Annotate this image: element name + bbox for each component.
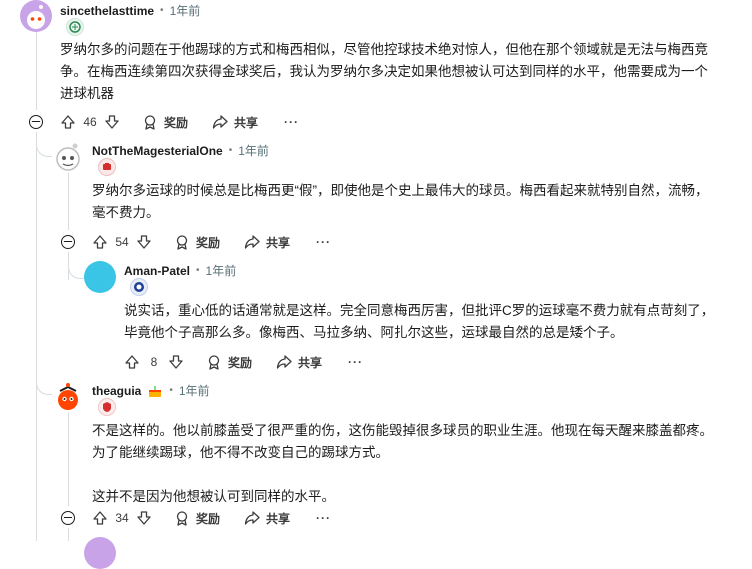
- timestamp[interactable]: 1年前: [206, 262, 237, 279]
- more-icon[interactable]: ···: [316, 235, 331, 249]
- avatar[interactable]: [84, 261, 116, 293]
- vote-group: 34: [92, 510, 152, 526]
- share-button[interactable]: 共享: [212, 114, 258, 131]
- downvote-icon[interactable]: [136, 510, 152, 526]
- share-button[interactable]: 共享: [276, 354, 322, 371]
- avatar[interactable]: [52, 141, 84, 173]
- award-button[interactable]: 奖励: [142, 114, 188, 131]
- award-icon: [206, 354, 222, 370]
- avatar[interactable]: [84, 537, 116, 569]
- downvote-icon[interactable]: [104, 114, 120, 130]
- comment-meta: NotTheMagesterialOne • 1年前: [92, 142, 269, 159]
- award-icon: [174, 234, 190, 250]
- vote-score: 34: [115, 511, 129, 525]
- comment-body: 说实话，重心低的话通常就是这样。完全同意梅西厉害，但批评C罗的运球毫不费力就有点…: [124, 300, 724, 344]
- award-button[interactable]: 奖励: [174, 234, 220, 251]
- username[interactable]: theaguia: [92, 384, 141, 398]
- award-icon: [142, 114, 158, 130]
- more-icon[interactable]: ···: [348, 355, 363, 369]
- downvote-icon[interactable]: [168, 354, 184, 370]
- flair-icon: [130, 278, 148, 296]
- share-icon: [244, 234, 260, 250]
- comment-meta: Aman-Patel • 1年前: [124, 262, 236, 279]
- separator-dot: •: [169, 385, 173, 396]
- timestamp[interactable]: 1年前: [179, 382, 210, 399]
- more-icon[interactable]: ···: [316, 511, 331, 525]
- award-icon: [174, 510, 190, 526]
- flair-icon: [66, 18, 84, 36]
- comment-actions: 34 奖励 共享 ···: [61, 507, 331, 529]
- timestamp[interactable]: 1年前: [238, 142, 269, 159]
- collapse-icon[interactable]: [61, 235, 75, 249]
- flair-icon: [98, 398, 116, 416]
- comment-paragraph: 罗纳尔多运球的时候总是比梅西更“假”，即使他是个史上最伟大的球员。梅西看起来就特…: [92, 183, 709, 220]
- thread-line: [68, 528, 69, 541]
- award-button[interactable]: 奖励: [206, 354, 252, 371]
- cake-icon: [147, 384, 163, 398]
- vote-score: 46: [83, 115, 97, 129]
- comment-meta: sincethelasttime • 1年前: [60, 2, 200, 19]
- avatar[interactable]: [20, 0, 52, 32]
- downvote-icon[interactable]: [136, 234, 152, 250]
- award-label: 奖励: [164, 115, 189, 130]
- share-button[interactable]: 共享: [244, 510, 290, 527]
- comment-actions: 8 奖励 共享 ···: [112, 351, 363, 373]
- thread-line: [68, 408, 69, 506]
- vote-group: 54: [92, 234, 152, 250]
- award-label: 奖励: [228, 355, 253, 370]
- comment-meta: theaguia • 1年前: [92, 382, 210, 399]
- comment-actions: 46 奖励 共享 ···: [29, 111, 299, 133]
- share-label: 共享: [298, 355, 323, 370]
- collapse-icon[interactable]: [29, 115, 43, 129]
- collapse-icon[interactable]: [61, 511, 75, 525]
- comment-body: 不是这样的。他以前膝盖受了很严重的伤，这伤能毁掉很多球员的职业生涯。他现在每天醒…: [92, 420, 720, 508]
- timestamp[interactable]: 1年前: [170, 2, 201, 19]
- comment-actions: 54 奖励 共享 ···: [61, 231, 331, 253]
- thread-line: [68, 172, 69, 230]
- separator-dot: •: [160, 5, 164, 16]
- upvote-icon[interactable]: [124, 354, 140, 370]
- comment-body: 罗纳尔多运球的时候总是比梅西更“假”，即使他是个史上最伟大的球员。梅西看起来就特…: [92, 180, 720, 224]
- share-label: 共享: [266, 235, 291, 250]
- separator-dot: •: [196, 265, 200, 276]
- award-label: 奖励: [196, 511, 221, 526]
- upvote-icon[interactable]: [60, 114, 76, 130]
- comment-body: 罗纳尔多的问题在于他踢球的方式和梅西相似，尽管他控球技术绝对惊人，但他在那个领域…: [60, 39, 720, 105]
- share-icon: [276, 354, 292, 370]
- share-icon: [212, 114, 228, 130]
- share-label: 共享: [234, 115, 259, 130]
- username[interactable]: Aman-Patel: [124, 264, 190, 278]
- upvote-icon[interactable]: [92, 510, 108, 526]
- comment-paragraph: 说实话，重心低的话通常就是这样。完全同意梅西厉害，但批评C罗的运球毫不费力就有点…: [124, 303, 715, 340]
- share-button[interactable]: 共享: [244, 234, 290, 251]
- upvote-icon[interactable]: [92, 234, 108, 250]
- separator-dot: •: [228, 145, 233, 156]
- share-label: 共享: [266, 511, 291, 526]
- thread-line: [36, 132, 37, 541]
- vote-group: 8: [124, 354, 184, 370]
- more-icon[interactable]: ···: [284, 115, 299, 129]
- comment-paragraph: 罗纳尔多的问题在于他踢球的方式和梅西相似，尽管他控球技术绝对惊人，但他在那个领域…: [60, 42, 708, 101]
- username[interactable]: sincethelasttime: [60, 4, 154, 18]
- username[interactable]: NotTheMagesterialOne: [92, 144, 223, 158]
- comment-paragraph: 这并不是因为他想被认可到同样的水平。: [92, 489, 335, 504]
- thread-line: [36, 32, 37, 110]
- award-label: 奖励: [196, 235, 221, 250]
- vote-group: 46: [60, 114, 120, 130]
- share-icon: [244, 510, 260, 526]
- avatar[interactable]: [52, 381, 84, 413]
- award-button[interactable]: 奖励: [174, 510, 220, 527]
- vote-score: 54: [115, 235, 129, 249]
- vote-score: 8: [150, 355, 158, 369]
- comment-paragraph: 不是这样的。他以前膝盖受了很严重的伤，这伤能毁掉很多球员的职业生涯。他现在每天醒…: [92, 423, 713, 460]
- flair-icon: [98, 158, 116, 176]
